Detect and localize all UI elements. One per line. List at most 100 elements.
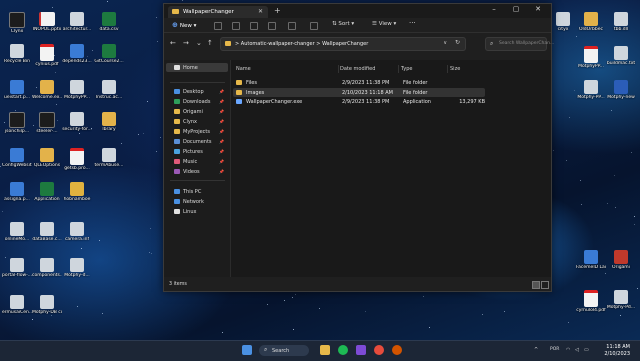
sidebar-item-myprojects[interactable]: MyProjects 📌 — [166, 127, 228, 136]
column-name[interactable]: Name — [236, 66, 251, 72]
search-box[interactable]: ⌕ Search WallpaperChan... — [485, 37, 554, 51]
breadcrumb-automatic-wallpaper-changer[interactable]: Automatic-wallpaper-changer — [241, 41, 315, 47]
sidebar-item-videos[interactable]: Videos 📌 — [166, 167, 228, 176]
maximize-button[interactable]: ▢ — [508, 5, 524, 13]
paste-icon[interactable] — [250, 22, 258, 30]
clock-time[interactable]: 11:18 AM — [595, 344, 630, 350]
desktop-icon[interactable]: termAbuse... — [94, 148, 124, 168]
desktop-icon[interactable]: MotphyPP... — [62, 80, 92, 100]
desktop-icon[interactable]: FacemeID Launcher — [576, 250, 606, 270]
close-window-button[interactable]: ✕ — [530, 5, 546, 13]
file-row[interactable]: Images 2/10/2023 11:18 AM File folder — [233, 87, 485, 97]
desktop-icon[interactable]: getsb.pro... — [62, 148, 92, 171]
desktop-icon[interactable]: Instruc.ac... — [94, 80, 124, 100]
desktop-icon[interactable]: Motphy-d... — [62, 258, 92, 278]
desktop-icon[interactable]: data.csv — [94, 12, 124, 32]
pin-icon[interactable]: 📌 — [219, 159, 224, 164]
desktop-icon[interactable]: Motphy-new — [606, 80, 636, 100]
taskbar-search[interactable]: ⌕ Search — [259, 345, 309, 356]
pin-icon[interactable]: 📌 — [219, 149, 224, 154]
desktop-icon[interactable]: INOPOL.pptx — [32, 12, 62, 32]
sidebar-item-clynx[interactable]: Clynx 📌 — [166, 117, 228, 126]
desktop-icon[interactable]: hobnamboe — [62, 182, 92, 202]
desktop-icon[interactable]: cynius.pdf — [32, 44, 62, 67]
column-date-modified[interactable]: Date modified — [340, 66, 375, 72]
new-tab-button[interactable]: + — [274, 6, 281, 15]
desktop-icon[interactable]: Welcome.ex... — [32, 80, 62, 100]
desktop-icon[interactable]: cityx — [548, 12, 578, 32]
view-button[interactable]: ☰ View ▾ — [372, 21, 396, 27]
start-icon[interactable] — [242, 345, 252, 355]
desktop-icon[interactable]: OldOrbbec — [576, 12, 606, 32]
desktop-icon[interactable]: dataBase.c... — [32, 222, 62, 242]
desktop-icon[interactable]: ConfigWebsit... — [2, 148, 32, 168]
sidebar-item-desktop[interactable]: Desktop 📌 — [166, 87, 228, 96]
volume-icon[interactable]: ◁ — [575, 347, 579, 353]
delete-icon[interactable] — [310, 22, 318, 30]
desktop-icon[interactable]: components... — [32, 258, 62, 278]
file-row[interactable]: WallpaperChanger.exe 2/9/2023 11:38 PM App… — [233, 97, 485, 106]
tab-wallpaperchanger[interactable]: WallpaperChanger ✕ — [168, 6, 268, 18]
sidebar-item-this-pc[interactable]: This PC — [166, 187, 228, 196]
back-arrow-icon[interactable]: ← — [170, 39, 176, 47]
recent-locations-icon[interactable]: ⌄ — [196, 39, 202, 47]
cut-icon[interactable] — [214, 22, 222, 30]
desktop-icon[interactable]: Clynx — [2, 12, 32, 34]
desktop-icon[interactable]: Motphy-DB connection... — [32, 295, 62, 315]
wifi-icon[interactable]: ◠ — [566, 347, 570, 353]
desktop-icon[interactable]: tbb.dll — [606, 12, 636, 32]
sidebar-item-documents[interactable]: Documents 📌 — [166, 137, 228, 146]
pin-icon[interactable]: 📌 — [219, 109, 224, 114]
spotify-icon[interactable] — [338, 345, 348, 355]
desktop-icon[interactable]: camera.inf — [62, 222, 92, 242]
chevron-down-icon[interactable]: ∨ — [443, 40, 447, 46]
pin-icon[interactable]: 📌 — [219, 119, 224, 124]
sidebar-item-network[interactable]: Network — [166, 197, 228, 206]
desktop-icon[interactable]: steeler-... — [32, 112, 62, 134]
forward-arrow-icon[interactable]: → — [183, 39, 189, 47]
tiles-view-icon[interactable] — [541, 281, 549, 289]
column-separator[interactable] — [398, 65, 399, 73]
language-indicator[interactable]: POR — [550, 347, 559, 352]
desktop-icon[interactable]: architectur... — [62, 12, 92, 32]
file-explorer-taskbar-icon[interactable] — [320, 345, 330, 355]
pin-icon[interactable]: 📌 — [219, 129, 224, 134]
column-separator[interactable] — [338, 65, 339, 73]
new-button[interactable]: ⊕ New ▾ — [172, 21, 196, 29]
opera-icon[interactable] — [374, 345, 384, 355]
pin-icon[interactable]: 📌 — [219, 169, 224, 174]
desktop-icon[interactable]: ueistart.p... — [2, 80, 32, 100]
details-view-icon[interactable] — [532, 281, 540, 289]
desktop-icon[interactable]: cyrnulol4.pdf — [576, 290, 606, 313]
column-size[interactable]: Size — [450, 66, 460, 72]
desktop-icon[interactable]: security-for... — [62, 112, 92, 132]
desktop-icon[interactable]: GitCourse2... — [94, 44, 124, 64]
desktop-icon[interactable]: onlineMo... — [2, 222, 32, 242]
desktop-icon[interactable]: buildmac.txt — [606, 46, 636, 66]
desktop-icon[interactable]: ermusaiCen... — [2, 295, 32, 315]
desktop-icon[interactable]: Application — [32, 182, 62, 202]
pin-icon[interactable]: 📌 — [219, 89, 224, 94]
sidebar-item-linux[interactable]: Linux — [166, 207, 228, 216]
sidebar-item-origami[interactable]: Origami 📌 — [166, 107, 228, 116]
file-row[interactable]: Files 2/9/2023 11:38 PM File folder — [233, 78, 485, 87]
up-arrow-icon[interactable]: ↑ — [207, 39, 213, 47]
desktop-icon[interactable]: Recycle Bin — [2, 44, 32, 64]
desktop-icon[interactable]: MotphyPP... — [576, 46, 606, 69]
clock-date[interactable]: 2/10/2023 — [595, 351, 630, 357]
column-separator[interactable] — [447, 65, 448, 73]
address-bar[interactable]: > Automatic-wallpaper-changer > Wallpape… — [220, 37, 466, 51]
refresh-icon[interactable]: ↻ — [455, 39, 460, 46]
browser-icon[interactable] — [392, 345, 402, 355]
sidebar-item-music[interactable]: Music 📌 — [166, 157, 228, 166]
breadcrumb-wallpaperchanger[interactable]: WallpaperChanger — [322, 41, 368, 47]
close-tab-icon[interactable]: ✕ — [258, 8, 263, 15]
desktop-icon[interactable]: assigna.p... — [2, 182, 32, 202]
sidebar-item-home[interactable]: Home — [166, 63, 228, 72]
column-type[interactable]: Type — [401, 66, 412, 72]
desktop-icon[interactable]: QLEOptions — [32, 148, 62, 168]
desktop-icon[interactable]: lbrary — [94, 112, 124, 132]
desktop-icon[interactable]: portal-flow-... — [2, 258, 32, 278]
sidebar-item-pictures[interactable]: Pictures 📌 — [166, 147, 228, 156]
battery-icon[interactable]: ▭ — [584, 347, 589, 353]
